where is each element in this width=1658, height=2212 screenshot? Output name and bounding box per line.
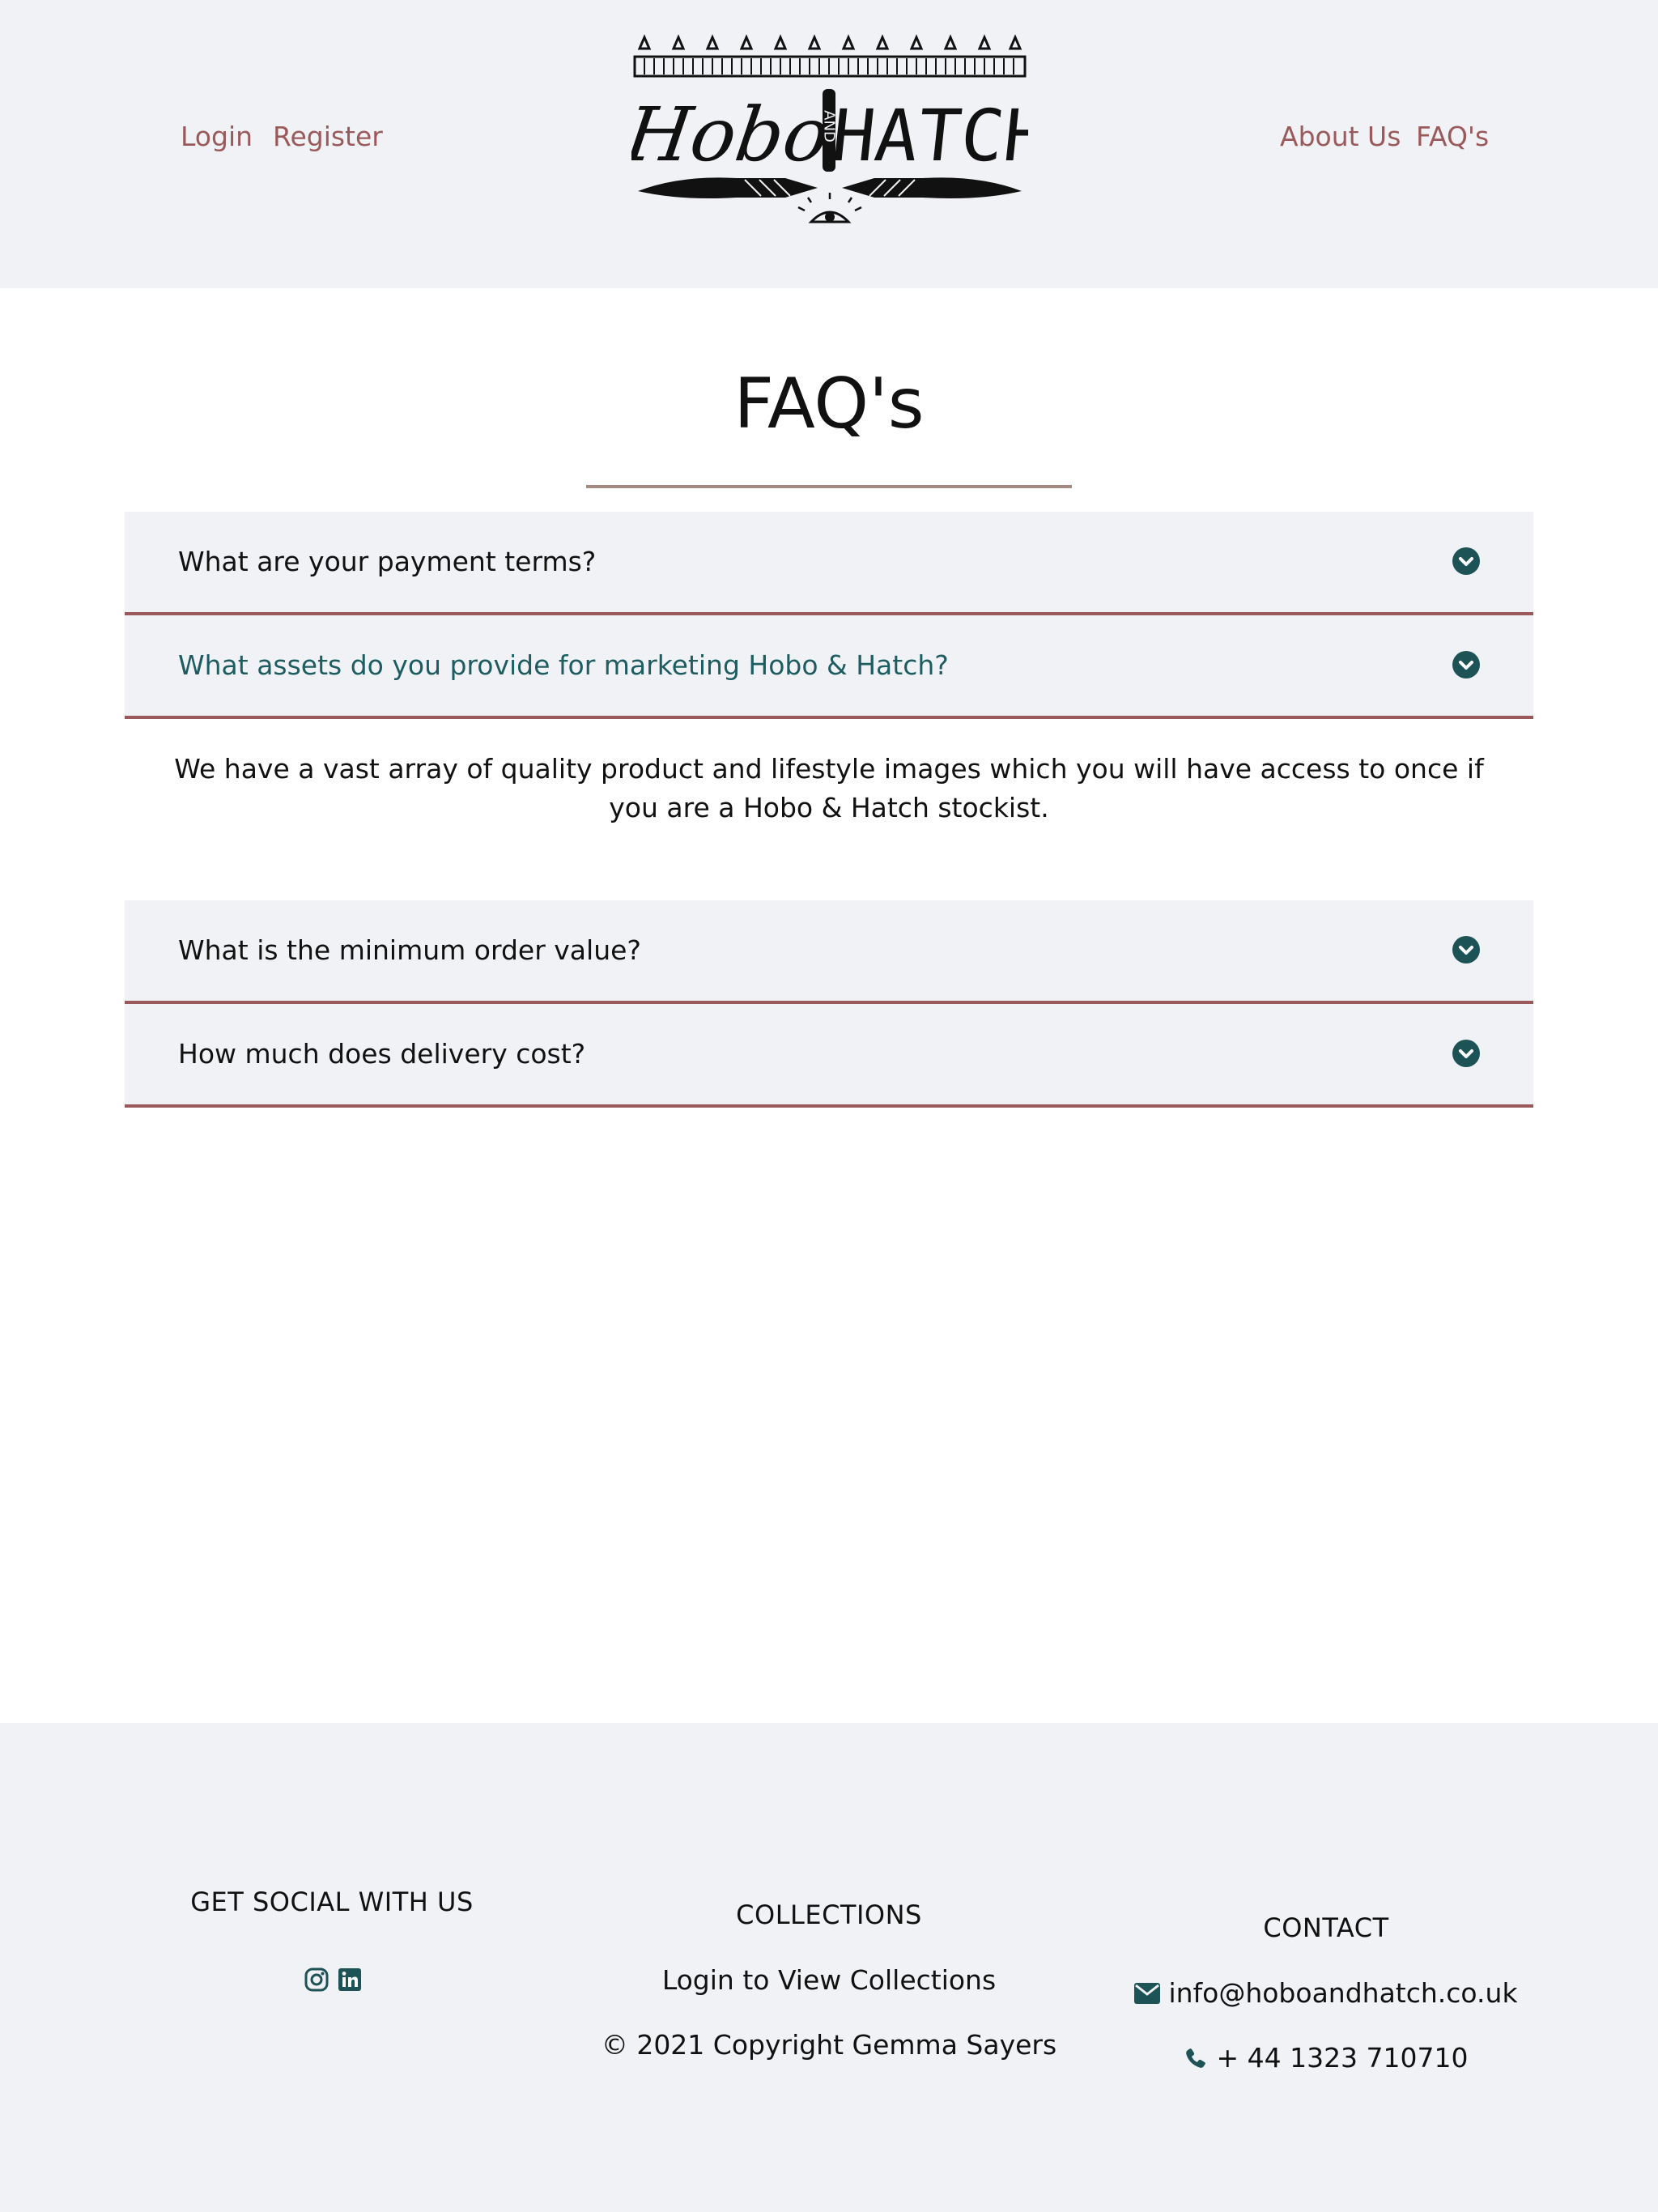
- chevron-down-icon[interactable]: [1452, 936, 1480, 963]
- nav-register-link[interactable]: Register: [273, 123, 383, 150]
- faq-answer: We have a vast array of quality product …: [174, 753, 1484, 823]
- social-icons: [304, 1967, 367, 1995]
- chevron-down-icon[interactable]: [1452, 547, 1480, 575]
- linkedin-icon[interactable]: [338, 1967, 362, 1995]
- faq-item-payment-terms[interactable]: What are your payment terms?: [125, 512, 1533, 615]
- nav-login-link[interactable]: Login: [181, 123, 253, 150]
- envelope-icon: [1134, 1982, 1161, 2004]
- footer-social-heading: GET SOCIAL WITH US: [190, 1887, 474, 1917]
- chevron-down-icon[interactable]: [1452, 1040, 1480, 1067]
- logo-word-hobo: Hobo: [631, 91, 835, 177]
- page-title: FAQ's: [733, 364, 925, 445]
- nav-faqs-link[interactable]: FAQ's: [1416, 123, 1489, 150]
- title-divider: [586, 485, 1072, 488]
- contact-email[interactable]: info@hoboandhatch.co.uk: [1168, 1977, 1517, 2009]
- contact-phone[interactable]: + 44 1323 710710: [1216, 2042, 1468, 2074]
- faq-item-minimum-order[interactable]: What is the minimum order value?: [125, 900, 1533, 1004]
- faq-item-delivery-cost[interactable]: How much does delivery cost?: [125, 1004, 1533, 1108]
- contact-email-row[interactable]: info@hoboandhatch.co.uk: [1124, 1977, 1528, 2010]
- login-to-view-collections-link[interactable]: Login to View Collections: [586, 1964, 1072, 1996]
- faq-question: What is the minimum order value?: [178, 934, 641, 966]
- logo-word-hatch: HATCH: [828, 94, 1028, 177]
- instagram-icon[interactable]: [304, 1967, 329, 1995]
- faq-question: How much does delivery cost?: [178, 1038, 586, 1070]
- chevron-down-icon[interactable]: [1452, 651, 1480, 678]
- contact-phone-row[interactable]: + 44 1323 710710: [1124, 2042, 1528, 2077]
- nav-about-link[interactable]: About Us: [1280, 123, 1401, 150]
- site-logo[interactable]: Hobo AND HATCH: [619, 29, 1051, 236]
- copyright-text: © 2021 Copyright Gemma Sayers: [601, 2029, 1057, 2061]
- hobo-hatch-logo-graphic: Hobo AND HATCH: [619, 34, 1051, 223]
- phone-icon: [1186, 2048, 1206, 2068]
- footer-collections-heading: COLLECTIONS: [736, 1899, 922, 1930]
- footer-contact-heading: CONTACT: [1263, 1912, 1389, 1943]
- faq-question: What are your payment terms?: [178, 546, 597, 577]
- faq-question: What assets do you provide for marketing…: [178, 649, 949, 681]
- faq-item-marketing-assets[interactable]: What assets do you provide for marketing…: [125, 615, 1533, 719]
- site-header: Login Register Hobo AND HATCH About Us F…: [0, 0, 1658, 288]
